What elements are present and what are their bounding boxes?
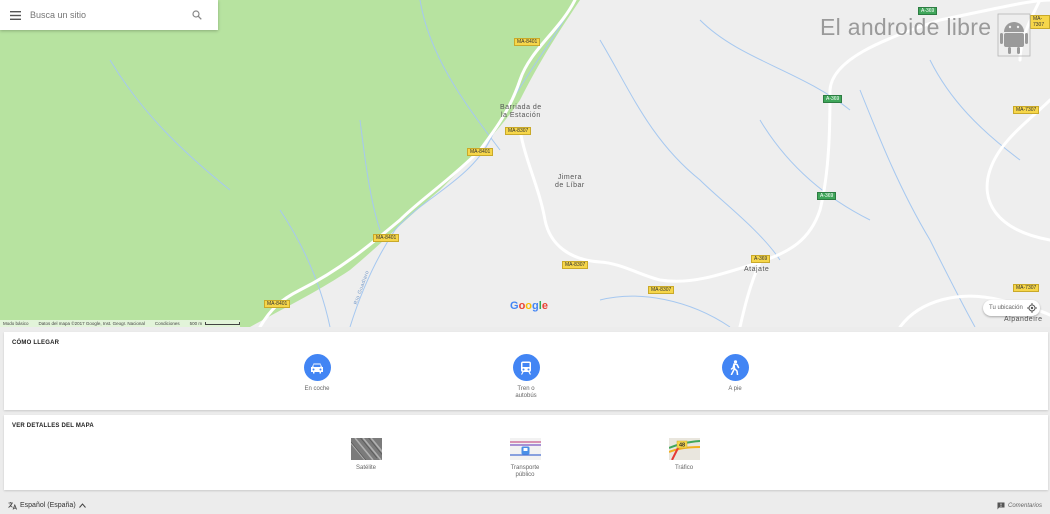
crosshair-icon (1026, 303, 1037, 313)
road-label: MA-8307 (648, 286, 675, 294)
mode-label: En coche (304, 386, 330, 392)
walk-icon (730, 360, 740, 375)
basic-mode-link[interactable]: Modo básico (3, 321, 29, 326)
car-icon (311, 363, 323, 373)
place-label: Atajate (744, 266, 770, 273)
mode-label: A pie (728, 386, 742, 392)
road-label: MA-8401 (373, 234, 400, 242)
place-label: Barriada de la Estación (500, 104, 542, 119)
android-robot-icon (997, 13, 1031, 57)
watermark: El androide libre (820, 13, 1033, 58)
google-logo-letter: G (510, 300, 519, 312)
park-area (0, 0, 580, 327)
scale-bar (205, 322, 241, 325)
map-details-panel: VER DETALLES DEL MAPA Satélite Transport… (4, 415, 1048, 490)
transit-thumbnail (509, 438, 541, 460)
road-label: A-369 (817, 192, 837, 200)
layer-label: Satélite (355, 465, 376, 471)
layer-label: Transporte público (510, 465, 540, 478)
road-label: MA-8307 (505, 127, 532, 135)
map-canvas[interactable]: MA-8401 MA-8307 MA-8401 MA-8401 MA-8401 … (0, 0, 1050, 327)
google-logo-letter: e (541, 300, 548, 312)
mode-circle (512, 354, 540, 381)
chevron-up-icon (78, 503, 86, 508)
road-label: MA-8401 (467, 148, 494, 156)
traffic-thumbnail: 48 (668, 438, 700, 460)
road-label: MA-8307 (562, 261, 589, 269)
menu-button[interactable] (0, 0, 30, 30)
map-attribution: Modo básico Datos del mapa ©2017 Google,… (0, 320, 241, 327)
layer-transit-button[interactable]: Transporte público (495, 438, 555, 479)
search-input[interactable] (30, 10, 185, 20)
google-logo-letter: g (532, 300, 539, 312)
road-label: MA-8401 (264, 300, 291, 308)
layer-label: Tráfico (674, 465, 694, 471)
layer-traffic-button[interactable]: 48 Tráfico (654, 438, 714, 472)
place-label: Alpandeire (1004, 316, 1043, 323)
feedback-icon (997, 502, 1005, 509)
place-label: Jimera de Líbar (555, 174, 585, 189)
my-location-label: Tu ubicación (989, 305, 1023, 311)
map-data-text: Datos del mapa ©2017 Google, Inst. Geogr… (38, 321, 145, 326)
mode-circle (303, 354, 331, 381)
road-label: A-369 (823, 95, 843, 103)
scale-indicator[interactable]: 500 m (190, 321, 241, 326)
directions-title: CÓMO LLEGAR (12, 340, 60, 346)
hamburger-icon (9, 10, 21, 20)
mode-circle (721, 354, 749, 381)
watermark-text: El androide libre (820, 14, 992, 40)
layer-satellite-button[interactable]: Satélite (336, 438, 396, 472)
search-box (0, 0, 218, 30)
google-logo: Google (510, 300, 548, 312)
feedback-label: Comentarios (1007, 502, 1042, 509)
language-selector[interactable]: Español (España) (8, 501, 86, 510)
road-label: A-369 (751, 255, 771, 263)
footer: Español (España) Comentarios (0, 497, 1050, 514)
search-icon (192, 10, 202, 20)
language-label: Español (España) (20, 502, 76, 509)
directions-panel: CÓMO LLEGAR En coche Tren o autobús A pi… (4, 332, 1048, 410)
my-location-button[interactable]: Tu ubicación (983, 300, 1040, 316)
details-title: VER DETALLES DEL MAPA (12, 423, 94, 429)
mode-transit-button[interactable]: Tren o autobús (496, 354, 556, 400)
mode-car-button[interactable]: En coche (287, 354, 347, 393)
feedback-link[interactable]: Comentarios (997, 502, 1042, 510)
terms-link[interactable]: Condiciones (155, 321, 180, 326)
road-label: MA-7307 (1013, 284, 1040, 292)
satellite-thumbnail (350, 438, 382, 460)
train-icon (520, 361, 532, 375)
mode-walk-button[interactable]: A pie (705, 354, 765, 393)
scale-label: 500 m (189, 321, 203, 326)
road-label: MA-8401 (514, 38, 541, 46)
traffic-badge: 48 (678, 443, 684, 449)
road-label: MA-7307 (1013, 106, 1040, 114)
translate-icon (8, 502, 17, 510)
mode-label: Tren o autobús (515, 386, 537, 399)
search-button[interactable] (185, 0, 209, 30)
